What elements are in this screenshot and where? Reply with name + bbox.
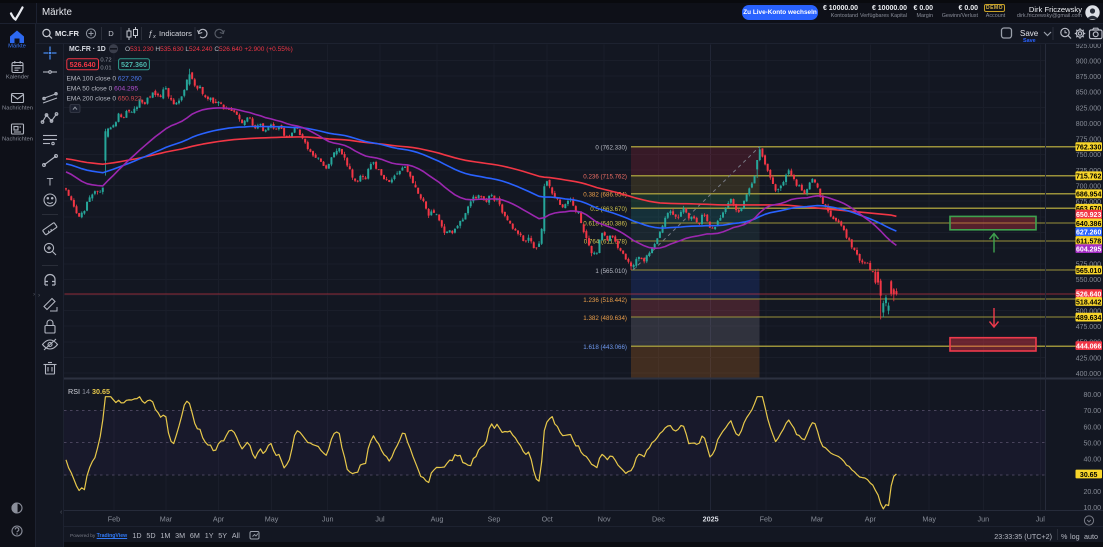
svg-text:0.236 (715.762): 0.236 (715.762) — [583, 174, 627, 181]
svg-text:0.382 (686.954): 0.382 (686.954) — [583, 192, 627, 199]
svg-text:x: x — [152, 34, 156, 40]
svg-text:475.000: 475.000 — [1076, 324, 1101, 331]
svg-text:Kalender: Kalender — [6, 75, 29, 81]
svg-text:0.764 (611.578): 0.764 (611.578) — [584, 239, 627, 246]
svg-text:0.01: 0.01 — [100, 66, 111, 72]
svg-text:20.00: 20.00 — [1083, 489, 1101, 496]
svg-text:686.954: 686.954 — [1076, 192, 1101, 199]
svg-text:825.000: 825.000 — [1076, 105, 1101, 112]
svg-text:40.00: 40.00 — [1083, 457, 1101, 464]
svg-text:›: › — [38, 292, 40, 299]
svg-text:Jun: Jun — [322, 515, 334, 524]
svg-text:Nachrichten: Nachrichten — [2, 106, 33, 112]
svg-text:Mar: Mar — [811, 515, 824, 524]
svg-text:May: May — [265, 515, 279, 524]
svg-text:70.00: 70.00 — [1083, 408, 1101, 415]
svg-text:Indicators: Indicators — [159, 29, 192, 38]
svg-text:1.618 (443.066): 1.618 (443.066) — [583, 344, 627, 351]
svg-text:T: T — [47, 177, 54, 189]
svg-text:800.000: 800.000 — [1076, 121, 1101, 128]
svg-text:Dec: Dec — [652, 515, 665, 524]
svg-text:EMA 100 close 0 627.260: EMA 100 close 0 627.260 — [67, 76, 142, 83]
svg-text:0.72: 0.72 — [100, 58, 111, 64]
svg-text:Mar: Mar — [160, 515, 173, 524]
svg-text:10.00: 10.00 — [1083, 505, 1101, 512]
svg-text:1.382 (489.634): 1.382 (489.634) — [583, 315, 627, 322]
svg-text:Jul: Jul — [1036, 515, 1046, 524]
svg-text:527.360: 527.360 — [121, 60, 147, 69]
svg-text:Apr: Apr — [865, 515, 877, 524]
svg-text:400.000: 400.000 — [1076, 371, 1101, 378]
svg-text:0.618 (640.386): 0.618 (640.386) — [583, 221, 627, 228]
svg-text:925.000: 925.000 — [1076, 44, 1101, 50]
svg-text:875.000: 875.000 — [1076, 74, 1101, 81]
svg-text:750.000: 750.000 — [1076, 152, 1101, 159]
svg-text:Märkte: Märkte — [8, 44, 26, 50]
svg-text:1 (565.010): 1 (565.010) — [595, 268, 627, 275]
svg-text:900.000: 900.000 — [1076, 58, 1101, 65]
svg-text:80.00: 80.00 — [1083, 392, 1101, 399]
svg-text:604.295: 604.295 — [1076, 247, 1101, 254]
svg-text:Jul: Jul — [375, 515, 385, 524]
svg-text:762.330: 762.330 — [1076, 145, 1101, 152]
svg-text:60.00: 60.00 — [1083, 424, 1101, 431]
svg-text:50.00: 50.00 — [1083, 441, 1101, 448]
svg-text:Jun: Jun — [978, 515, 990, 524]
svg-text:715.762: 715.762 — [1076, 174, 1101, 181]
svg-text:Aug: Aug — [431, 515, 444, 524]
svg-text:526.640: 526.640 — [70, 60, 96, 69]
svg-text:518.442: 518.442 — [1076, 299, 1101, 306]
svg-text:D: D — [108, 29, 114, 38]
svg-text:565.010: 565.010 — [1076, 268, 1101, 275]
svg-text:30.65: 30.65 — [1080, 472, 1098, 479]
svg-text:850.000: 850.000 — [1076, 90, 1101, 97]
svg-text:Oct: Oct — [542, 515, 553, 524]
svg-text:Nov: Nov — [598, 515, 611, 524]
svg-text:444.066: 444.066 — [1076, 344, 1101, 351]
svg-text:MC.FR · 1D: MC.FR · 1D — [69, 46, 106, 53]
svg-text:627.260: 627.260 — [1076, 230, 1101, 237]
svg-text:EMA 200 close 0 650.923: EMA 200 close 0 650.923 — [67, 96, 142, 103]
svg-text:MC.FR: MC.FR — [55, 29, 80, 38]
svg-text:650.923: 650.923 — [1076, 212, 1101, 219]
svg-text:1.236 (518.442): 1.236 (518.442) — [583, 297, 627, 304]
svg-text:EMA 50 close 0 604.295: EMA 50 close 0 604.295 — [67, 86, 139, 93]
svg-text:Sep: Sep — [488, 515, 501, 524]
svg-text:Feb: Feb — [760, 515, 772, 524]
svg-text:Save: Save — [1020, 29, 1039, 38]
svg-text:0 (762.330): 0 (762.330) — [595, 145, 627, 152]
svg-text:489.634: 489.634 — [1076, 315, 1101, 322]
svg-text:550.000: 550.000 — [1076, 277, 1101, 284]
svg-text:640.386: 640.386 — [1076, 221, 1101, 228]
svg-text:Nachrichten: Nachrichten — [2, 137, 33, 143]
svg-text:2025: 2025 — [703, 515, 719, 524]
svg-text:›: › — [33, 291, 35, 298]
svg-text:O531.230 H535.630 L524.240 C52: O531.230 H535.630 L524.240 C526.640 +2.9… — [125, 46, 293, 53]
svg-text:Feb: Feb — [108, 515, 120, 524]
svg-text:May: May — [922, 515, 936, 524]
svg-text:Apr: Apr — [213, 515, 225, 524]
svg-text:425.000: 425.000 — [1076, 355, 1101, 362]
svg-text:700.000: 700.000 — [1076, 183, 1101, 190]
